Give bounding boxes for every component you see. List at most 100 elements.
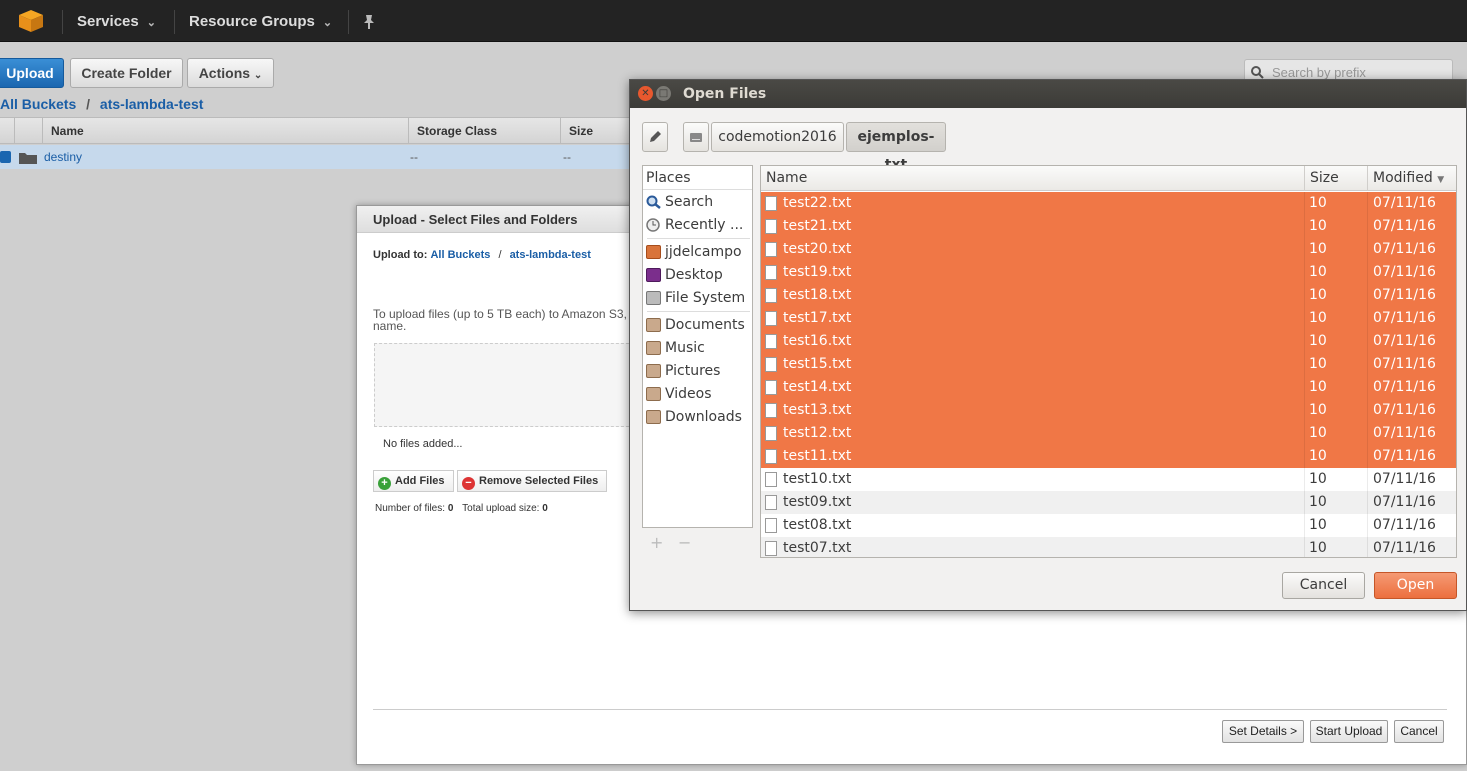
places-header[interactable]: Places: [643, 166, 752, 190]
file-row[interactable]: test12.txt10 bytes07/11/16: [761, 422, 1456, 468]
cancel-button[interactable]: Cancel: [1282, 572, 1365, 599]
column-header-size[interactable]: Size: [1304, 166, 1367, 191]
file-row[interactable]: test07.txt 10 bytes07/11/16: [761, 537, 1456, 557]
file-modified: 07/11/16: [1367, 468, 1456, 491]
start-upload-button[interactable]: Start Upload: [1310, 720, 1388, 743]
column-header-storage-class[interactable]: Storage Class: [408, 118, 560, 144]
select-column-header[interactable]: [14, 118, 42, 144]
file-name: test18.txt: [783, 287, 852, 303]
file-modified: 07/11/16: [1367, 261, 1456, 284]
file-row[interactable]: test08.txt 10 bytes07/11/16: [761, 514, 1456, 557]
place-home[interactable]: jjdelcampo: [643, 241, 752, 264]
place-pictures[interactable]: Pictures: [643, 360, 752, 383]
file-modified: 07/11/16: [1367, 215, 1456, 238]
upload-button[interactable]: Upload: [0, 58, 64, 88]
file-row[interactable]: test22.txt10 bytes07/11/16: [761, 192, 1456, 238]
place-desktop[interactable]: Desktop: [643, 264, 752, 287]
file-row[interactable]: test21.txt10 bytes07/11/16: [761, 215, 1456, 261]
breadcrumb-bucket[interactable]: ats-lambda-test: [100, 96, 203, 112]
file-row[interactable]: test15.txt10 bytes07/11/16: [761, 353, 1456, 399]
total-size-value: 0: [542, 503, 548, 514]
place-recently-used[interactable]: Recently ...: [643, 214, 752, 237]
drop-zone[interactable]: [374, 343, 634, 427]
path-button-codemotion2016[interactable]: codemotion2016: [711, 122, 844, 152]
file-name: test13.txt: [783, 402, 852, 418]
upload-to-bucket[interactable]: ats-lambda-test: [510, 249, 591, 261]
file-modified: 07/11/16: [1367, 491, 1456, 514]
place-downloads[interactable]: Downloads: [643, 406, 752, 429]
path-button-ejemplos-txt[interactable]: ejemplos-txt: [846, 122, 946, 173]
text-file-icon: [765, 495, 777, 510]
add-files-button[interactable]: + Add Files: [373, 470, 454, 492]
chevron-down-icon: ⌄: [146, 17, 156, 29]
upload-cancel-button[interactable]: Cancel: [1394, 720, 1444, 743]
place-search[interactable]: Search: [643, 191, 752, 214]
place-music[interactable]: Music: [643, 337, 752, 360]
search-placeholder: Search by prefix: [1272, 65, 1366, 80]
text-file-icon: [765, 403, 777, 418]
remove-selected-files-button[interactable]: − Remove Selected Files: [457, 470, 608, 492]
objects-table-header: Name Storage Class Size: [0, 117, 640, 144]
file-modified: 07/11/16: [1367, 192, 1456, 215]
file-row[interactable]: test13.txt10 bytes07/11/16: [761, 399, 1456, 445]
file-row[interactable]: test18.txt10 bytes07/11/16: [761, 284, 1456, 330]
file-name: test12.txt: [783, 425, 852, 441]
column-header-name[interactable]: Name: [42, 118, 408, 144]
file-row[interactable]: test17.txt10 bytes07/11/16: [761, 307, 1456, 353]
upload-to-label: Upload to:: [373, 249, 428, 261]
pin-icon[interactable]: [362, 14, 376, 30]
text-file-icon: [765, 196, 777, 211]
file-name: test20.txt: [783, 241, 852, 257]
create-folder-button[interactable]: Create Folder: [70, 58, 183, 88]
upload-info-text: To upload files (up to 5 TB each) to Ama…: [373, 308, 627, 332]
services-menu[interactable]: Services ⌄: [77, 0, 156, 42]
file-name: test07.txt: [783, 540, 852, 556]
column-header-modified[interactable]: Modified ▼: [1367, 166, 1456, 191]
breadcrumb-separator: /: [86, 96, 91, 112]
no-files-text: No files added...: [383, 438, 463, 450]
file-row[interactable]: test19.txt10 bytes07/11/16: [761, 261, 1456, 307]
file-row[interactable]: test09.txt10 bytes07/11/16: [761, 491, 1456, 537]
file-modified: 07/11/16: [1367, 422, 1456, 445]
aws-cube-icon[interactable]: [18, 9, 44, 33]
place-videos[interactable]: Videos: [643, 383, 752, 406]
row-checkbox[interactable]: [0, 151, 11, 163]
place-file-system[interactable]: File System: [643, 287, 752, 310]
path-drive-button[interactable]: [683, 122, 709, 152]
table-row[interactable]: destiny -- --: [0, 145, 640, 169]
file-row[interactable]: test14.txt10 bytes07/11/16: [761, 376, 1456, 422]
file-row[interactable]: test10.txt10 bytes07/11/16: [761, 468, 1456, 514]
file-name: test14.txt: [783, 379, 852, 395]
upload-to-all-buckets[interactable]: All Buckets: [430, 249, 490, 261]
row-name-link[interactable]: destiny: [44, 145, 82, 169]
remove-selected-label: Remove Selected Files: [479, 475, 599, 487]
file-row[interactable]: test16.txt10 bytes07/11/16: [761, 330, 1456, 376]
place-documents[interactable]: Documents: [643, 314, 752, 337]
column-header-size[interactable]: Size: [560, 118, 640, 144]
actions-button[interactable]: Actions ⌄: [187, 58, 274, 88]
resource-groups-label: Resource Groups: [189, 13, 315, 30]
breadcrumb-all-buckets[interactable]: All Buckets: [0, 96, 76, 112]
text-file-icon: [765, 380, 777, 395]
maximize-icon[interactable]: □: [656, 86, 671, 101]
file-row[interactable]: test11.txt10 bytes07/11/16: [761, 445, 1456, 491]
set-details-button[interactable]: Set Details >: [1222, 720, 1304, 743]
text-file-icon: [765, 288, 777, 303]
close-icon[interactable]: ✕: [638, 86, 653, 101]
file-name: test17.txt: [783, 310, 852, 326]
total-size-label: Total upload size:: [462, 503, 540, 514]
open-files-dialog: Open Files ✕ □ codemotion2016 ejemplos-t…: [629, 79, 1467, 611]
file-list-header: Name Size Modified ▼: [761, 166, 1456, 191]
edit-location-button[interactable]: [642, 122, 668, 152]
search-icon: [646, 195, 661, 209]
add-place-button[interactable]: +: [650, 533, 663, 552]
open-button[interactable]: Open: [1374, 572, 1457, 599]
remove-place-button[interactable]: −: [678, 533, 691, 552]
resource-groups-menu[interactable]: Resource Groups ⌄: [189, 0, 332, 42]
num-files-label: Number of files:: [375, 503, 446, 514]
column-header-name[interactable]: Name: [761, 166, 1304, 191]
file-row[interactable]: test20.txt10 bytes07/11/16: [761, 238, 1456, 284]
divider: [62, 10, 63, 34]
chevron-down-icon: ⌄: [253, 70, 263, 81]
place-label: Recently ...: [665, 217, 744, 233]
